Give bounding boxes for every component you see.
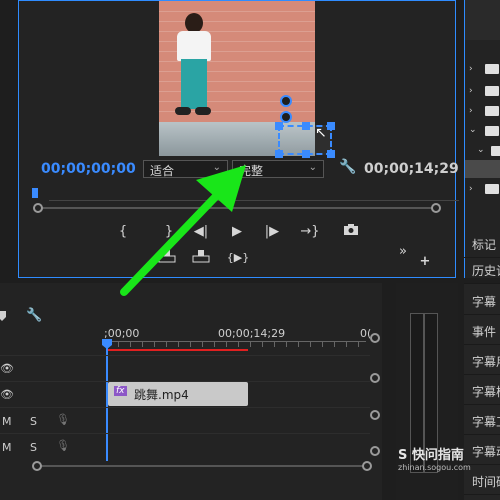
lift-icon bbox=[158, 250, 176, 263]
video-track-2: 👁 bbox=[0, 355, 370, 381]
menu-item-caption-tools[interactable]: 字幕工 bbox=[464, 409, 500, 435]
track-scroll-handle[interactable] bbox=[370, 373, 380, 383]
wrench-icon[interactable]: 🔧 bbox=[339, 159, 356, 175]
expand-arrow-icon[interactable]: › bbox=[469, 86, 473, 96]
timeline-ruler[interactable] bbox=[106, 341, 366, 347]
step-back-button[interactable]: ◀| bbox=[191, 223, 211, 241]
play-button[interactable]: ▶ bbox=[227, 223, 247, 241]
ruler-mid-label: 00;00;14;29 bbox=[218, 327, 286, 340]
lift-button[interactable] bbox=[157, 249, 177, 267]
video-clip[interactable]: fx 跳舞.mp4 bbox=[108, 382, 248, 406]
h-scroll-left-handle[interactable] bbox=[32, 461, 42, 471]
solo-button[interactable]: S bbox=[30, 441, 37, 454]
trim-button[interactable]: {▶} bbox=[225, 249, 251, 267]
ruler-start-label: ;00;00 bbox=[104, 327, 140, 340]
program-monitor: ↖ 00;00;00;00 适合 ⌄ 完整 ⌄ 🔧 00;00;14;29 { … bbox=[18, 0, 459, 278]
export-frame-button[interactable] bbox=[341, 223, 361, 241]
menu-item-timecode[interactable]: 时间码 bbox=[464, 469, 500, 495]
panel-scrollbar[interactable] bbox=[465, 0, 500, 40]
menu-item-events[interactable]: 事件 bbox=[464, 319, 500, 345]
watermark: S 快问指南 zhinan.sogou.com bbox=[398, 444, 498, 472]
folder-icon bbox=[485, 106, 499, 116]
menu-item-caption-properties[interactable]: 字幕用 bbox=[464, 349, 500, 375]
more-controls-button[interactable]: » bbox=[393, 243, 413, 261]
microphone-icon[interactable]: 🎙 bbox=[56, 413, 70, 426]
extract-icon bbox=[192, 250, 210, 263]
clip-name: 跳舞.mp4 bbox=[134, 388, 189, 402]
rotate-cursor-icon: ↖ bbox=[315, 125, 327, 141]
folder-icon bbox=[485, 86, 499, 96]
step-forward-button[interactable]: |▶ bbox=[262, 223, 282, 241]
zoom-select-value: 适合 bbox=[150, 164, 175, 178]
selected-tree-row[interactable] bbox=[465, 160, 500, 178]
chevron-down-icon: ⌄ bbox=[308, 162, 317, 173]
duration-timecode: 00;00;14;29 bbox=[364, 161, 459, 177]
work-area-bar[interactable] bbox=[106, 349, 248, 351]
snap-icon[interactable] bbox=[0, 311, 6, 321]
folder-icon bbox=[485, 64, 499, 74]
collapse-arrow-icon[interactable]: ⌄ bbox=[477, 145, 485, 155]
eye-icon[interactable]: 👁 bbox=[0, 388, 14, 401]
monitor-ruler bbox=[49, 200, 459, 201]
menu-item-caption-styles[interactable]: 字幕样 bbox=[464, 379, 500, 405]
person-figure bbox=[185, 13, 203, 33]
timeline-panel: 🔧 ;00;00 00;00;14;29 0( 👁 👁 fx 跳舞.mp4 M … bbox=[0, 283, 382, 500]
expand-arrow-icon[interactable]: › bbox=[469, 184, 473, 194]
go-to-out-button[interactable]: →} bbox=[297, 223, 323, 241]
mute-button[interactable]: M bbox=[2, 415, 12, 428]
rotation-anchor-handle-2[interactable] bbox=[280, 111, 292, 123]
camera-icon bbox=[344, 224, 358, 235]
audio-track-2: M S 🎙 bbox=[0, 433, 370, 459]
expand-arrow-icon[interactable]: › bbox=[469, 106, 473, 116]
timeline-h-scrollbar[interactable] bbox=[36, 465, 366, 467]
scrollbar-right-handle[interactable] bbox=[431, 203, 441, 213]
quality-select[interactable]: 完整 ⌄ bbox=[232, 160, 324, 178]
mark-out-button[interactable]: } bbox=[159, 223, 179, 241]
mark-in-button[interactable]: { bbox=[113, 223, 133, 241]
solo-button[interactable]: S bbox=[30, 415, 37, 428]
folder-icon bbox=[485, 126, 499, 136]
eye-icon[interactable]: 👁 bbox=[0, 362, 14, 375]
quality-select-value: 完整 bbox=[239, 164, 264, 178]
monitor-playhead[interactable] bbox=[32, 188, 38, 198]
playhead-handle[interactable] bbox=[102, 339, 112, 349]
track-scroll-handle[interactable] bbox=[370, 410, 380, 420]
video-track-1: 👁 fx 跳舞.mp4 bbox=[0, 381, 370, 407]
track-scroll-handle[interactable] bbox=[370, 446, 380, 456]
folder-icon bbox=[485, 184, 499, 194]
zoom-scrollbar[interactable] bbox=[39, 207, 439, 209]
menu-item-captions[interactable]: 字幕 bbox=[464, 289, 500, 315]
microphone-icon[interactable]: 🎙 bbox=[56, 439, 70, 452]
watermark-url: zhinan.sogou.com bbox=[398, 463, 471, 472]
audio-track-1: M S 🎙 bbox=[0, 407, 370, 433]
h-scroll-right-handle[interactable] bbox=[362, 461, 372, 471]
chevron-down-icon: ⌄ bbox=[212, 162, 221, 173]
wrench-icon[interactable]: 🔧 bbox=[26, 308, 42, 323]
collapse-arrow-icon[interactable]: ⌄ bbox=[469, 125, 477, 135]
folder-icon bbox=[491, 146, 500, 156]
menu-item-history[interactable]: 历史记 bbox=[464, 258, 500, 284]
track-scroll-handle[interactable] bbox=[370, 333, 380, 343]
expand-arrow-icon[interactable]: › bbox=[469, 64, 473, 74]
mute-button[interactable]: M bbox=[2, 441, 12, 454]
rotation-anchor-handle[interactable] bbox=[280, 95, 292, 107]
fx-badge: fx bbox=[114, 386, 127, 396]
extract-button[interactable] bbox=[191, 249, 211, 267]
watermark-logo-text: S 快问指南 bbox=[398, 448, 464, 463]
current-timecode[interactable]: 00;00;00;00 bbox=[41, 161, 136, 177]
add-button-icon[interactable]: + bbox=[415, 253, 435, 271]
scrollbar-left-handle[interactable] bbox=[33, 203, 43, 213]
menu-item-markers[interactable]: 标记 bbox=[464, 232, 500, 258]
zoom-select[interactable]: 适合 ⌄ bbox=[143, 160, 228, 178]
